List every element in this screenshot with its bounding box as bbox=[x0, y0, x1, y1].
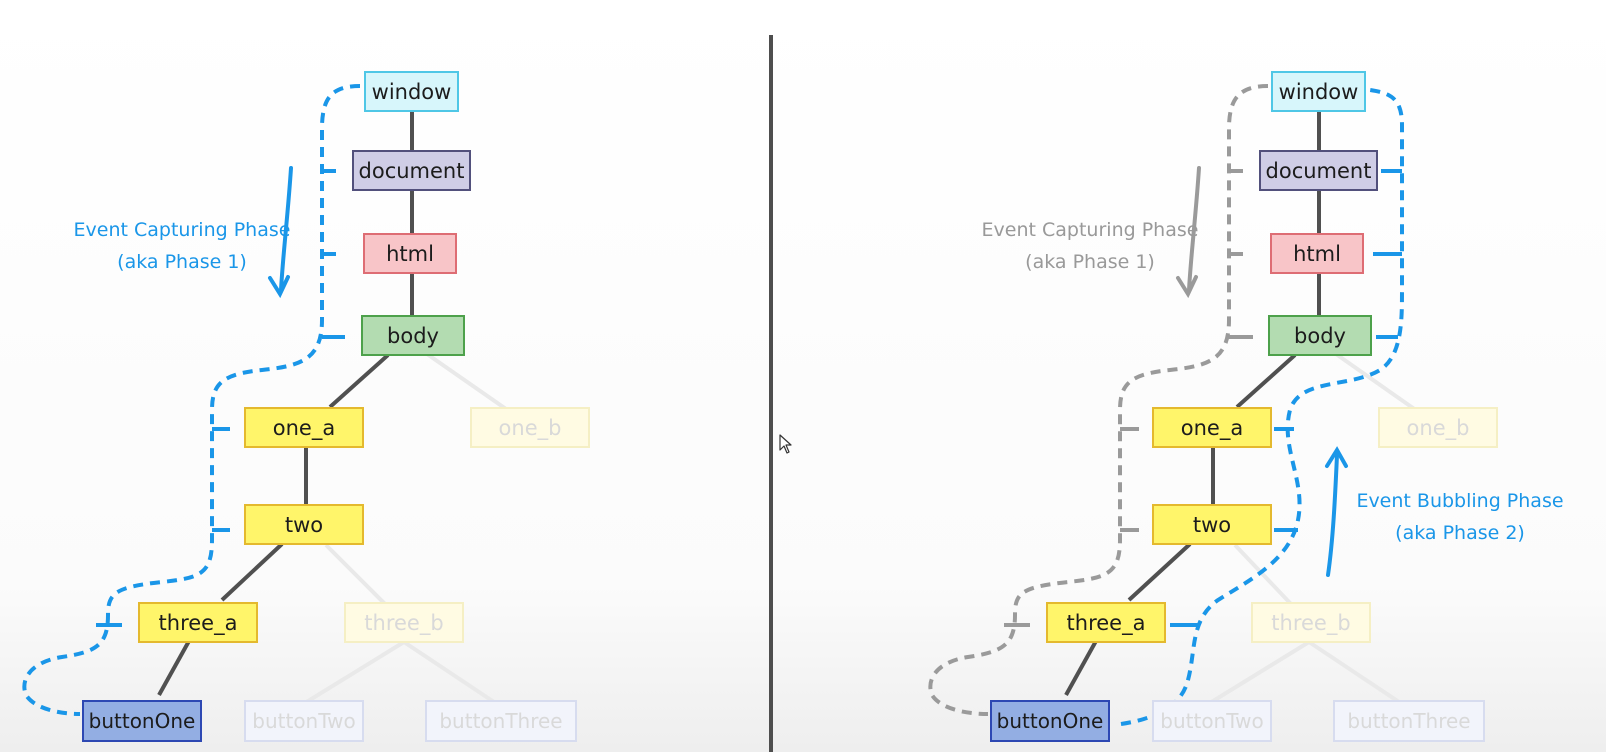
right-capturing-title: Event Capturing Phase bbox=[981, 219, 1199, 241]
mouse-cursor-icon bbox=[779, 434, 792, 454]
node-button-two: buttonTwo bbox=[244, 700, 364, 742]
node-three-b: three_b bbox=[1251, 602, 1371, 643]
node-three-b: three_b bbox=[344, 602, 464, 643]
node-window: window bbox=[1271, 71, 1366, 112]
right-bubbling-subtitle: (aka Phase 2) bbox=[1395, 522, 1525, 544]
event-propagation-diagram: window document html body one_a one_b tw… bbox=[0, 0, 1606, 752]
node-two: two bbox=[1152, 504, 1272, 545]
node-document: document bbox=[1259, 150, 1378, 191]
node-three-a: three_a bbox=[138, 602, 258, 643]
node-button-one: buttonOne bbox=[990, 700, 1110, 742]
right-capturing-phase-label: Event Capturing Phase (aka Phase 1) bbox=[960, 214, 1220, 278]
node-document: document bbox=[352, 150, 471, 191]
node-button-one: buttonOne bbox=[82, 700, 202, 742]
node-one-b: one_b bbox=[1378, 407, 1498, 448]
node-two: two bbox=[244, 504, 364, 545]
node-one-b: one_b bbox=[470, 407, 590, 448]
node-body: body bbox=[1268, 315, 1372, 356]
node-window: window bbox=[364, 71, 459, 112]
node-button-three: buttonThree bbox=[425, 700, 577, 742]
node-button-three: buttonThree bbox=[1333, 700, 1485, 742]
right-bubbling-phase-label: Event Bubbling Phase (aka Phase 2) bbox=[1340, 485, 1580, 549]
node-html: html bbox=[363, 233, 457, 274]
right-capturing-subtitle: (aka Phase 1) bbox=[1025, 251, 1155, 273]
node-three-a: three_a bbox=[1046, 602, 1166, 643]
node-button-two: buttonTwo bbox=[1152, 700, 1272, 742]
node-one-a: one_a bbox=[244, 407, 364, 448]
node-html: html bbox=[1270, 233, 1364, 274]
node-body: body bbox=[361, 315, 465, 356]
right-bubbling-title: Event Bubbling Phase bbox=[1356, 490, 1564, 512]
left-capturing-phase-label: Event Capturing Phase (aka Phase 1) bbox=[52, 214, 312, 278]
node-one-a: one_a bbox=[1152, 407, 1272, 448]
left-capturing-title: Event Capturing Phase bbox=[73, 219, 291, 241]
left-capturing-subtitle: (aka Phase 1) bbox=[117, 251, 247, 273]
